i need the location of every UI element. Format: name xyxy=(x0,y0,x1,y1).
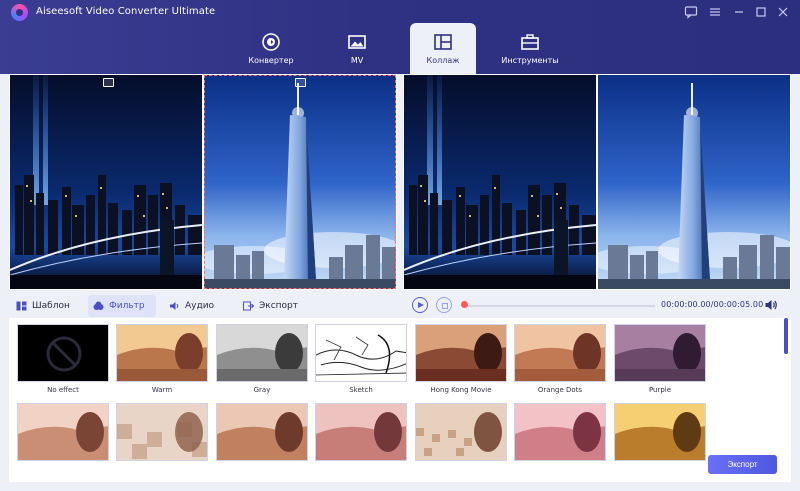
close-icon[interactable] xyxy=(776,5,790,19)
filter-label: Purple xyxy=(648,386,672,394)
filter-thumbnail xyxy=(315,324,407,382)
filter-thumbnail xyxy=(116,403,208,461)
filter-row2-7[interactable] xyxy=(614,403,706,475)
app-logo xyxy=(11,4,28,21)
filter-row2-3[interactable] xyxy=(216,403,308,475)
tab-converter-label: Конвертер xyxy=(248,56,294,65)
filter-row2-4[interactable] xyxy=(315,403,407,475)
tab-audio[interactable]: Аудио xyxy=(164,295,224,317)
volume-icon[interactable] xyxy=(764,298,778,312)
tab-filter-label: Фильтр xyxy=(109,301,145,311)
filter-thumbnail xyxy=(514,324,606,382)
preview-cell-bridge xyxy=(404,75,596,289)
export-button[interactable]: Экспорт xyxy=(708,455,777,474)
convert-icon xyxy=(262,33,280,51)
filter-scrollbar[interactable] xyxy=(784,318,788,354)
tab-tools[interactable]: Инструменты xyxy=(492,23,568,74)
tab-tools-label: Инструменты xyxy=(501,56,559,65)
filter-row2-2[interactable] xyxy=(116,403,208,475)
time-readout: 00:00:00.00/00:00:05.00 xyxy=(661,300,764,309)
tab-export-label: Экспорт xyxy=(259,301,299,311)
play-icon[interactable] xyxy=(412,297,428,313)
filter-gray[interactable]: Gray xyxy=(216,324,308,396)
tab-collage-label: Коллаж xyxy=(426,56,460,65)
image-icon[interactable] xyxy=(295,78,306,87)
filter-row2-1[interactable] xyxy=(17,403,109,475)
filter-label: Gray xyxy=(253,386,271,394)
preview-cell-tower xyxy=(598,75,790,289)
image-icon[interactable] xyxy=(103,78,114,87)
tab-mv[interactable]: MV xyxy=(324,23,390,74)
collage-icon xyxy=(434,34,452,50)
filter-thumbnail xyxy=(216,324,308,382)
tab-template-label: Шаблон xyxy=(32,301,70,311)
editor-tabs: Шаблон Фильтр Аудио Экспорт xyxy=(9,294,397,318)
filter-purple[interactable]: Purple xyxy=(614,324,706,396)
toolbox-icon xyxy=(521,34,539,50)
filter-icon xyxy=(93,301,104,310)
title-bar: Aiseesoft Video Converter Ultimate Конве… xyxy=(0,0,800,74)
filter-label: Hong Kong Movie xyxy=(430,386,492,394)
filter-orange-dots[interactable]: Orange Dots xyxy=(514,324,606,396)
filter-label: Orange Dots xyxy=(537,386,583,394)
tab-audio-label: Аудио xyxy=(185,301,215,311)
tab-converter[interactable]: Конвертер xyxy=(238,23,304,74)
filter-thumbnail xyxy=(116,324,208,382)
feedback-icon[interactable] xyxy=(684,5,698,19)
progress-handle[interactable] xyxy=(461,301,468,308)
progress-track[interactable] xyxy=(465,305,655,307)
filter-label: Warm xyxy=(151,386,173,394)
filter-thumbnail xyxy=(614,403,706,461)
tab-collage[interactable]: Коллаж xyxy=(410,23,476,74)
filter-thumbnail xyxy=(216,403,308,461)
app-window: Aiseesoft Video Converter Ultimate Конве… xyxy=(0,0,800,491)
filter-row2-6[interactable] xyxy=(514,403,606,475)
collage-cell-tower[interactable] xyxy=(204,75,396,289)
maximize-icon[interactable] xyxy=(754,5,768,19)
filter-row2-5[interactable] xyxy=(415,403,507,475)
filter-grid: No effect Warm Gray Sketch Hong Kong Mov… xyxy=(9,318,791,482)
minimize-icon[interactable] xyxy=(732,5,746,19)
filter-thumbnail xyxy=(415,324,507,382)
filter-label: Sketch xyxy=(349,386,373,394)
filter-thumbnail xyxy=(17,403,109,461)
filter-thumbnail xyxy=(614,324,706,382)
app-title: Aiseesoft Video Converter Ultimate xyxy=(36,6,216,17)
menu-icon[interactable] xyxy=(708,5,722,19)
collage-editor xyxy=(9,74,397,290)
stop-icon[interactable] xyxy=(436,297,452,313)
filter-hong-kong-movie[interactable]: Hong Kong Movie xyxy=(415,324,507,396)
filter-warm[interactable]: Warm xyxy=(116,324,208,396)
collage-cell-bridge[interactable] xyxy=(10,75,202,289)
tab-filter[interactable]: Фильтр xyxy=(88,295,156,317)
audio-icon xyxy=(170,302,179,310)
mv-image-icon xyxy=(348,35,366,49)
filter-label: No effect xyxy=(47,386,79,394)
filter-no-effect[interactable]: No effect xyxy=(17,324,109,396)
template-icon xyxy=(16,301,27,311)
filter-thumbnail xyxy=(315,403,407,461)
tab-mv-label: MV xyxy=(350,56,364,65)
filter-thumbnail xyxy=(17,324,109,382)
preview-player: 00:00:00.00/00:00:05.00 xyxy=(403,294,791,318)
collage-preview xyxy=(403,74,791,290)
tab-export[interactable]: Экспорт xyxy=(238,295,308,317)
filter-sketch[interactable]: Sketch xyxy=(315,324,407,396)
filter-thumbnail xyxy=(415,403,507,461)
filter-thumbnail xyxy=(514,403,606,461)
tab-template[interactable]: Шаблон xyxy=(11,295,79,317)
export-icon xyxy=(243,301,254,311)
